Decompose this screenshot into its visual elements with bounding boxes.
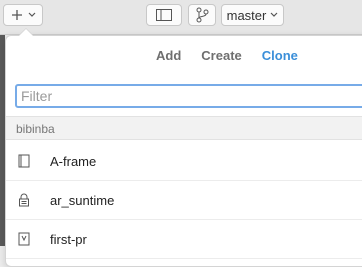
lock-icon: [16, 192, 32, 208]
filter-wrapper: [15, 84, 362, 108]
sidebar-toggle-button[interactable]: [146, 4, 182, 26]
branch-selector[interactable]: master: [221, 4, 284, 26]
add-menu-button[interactable]: [3, 4, 43, 26]
plus-icon: [11, 10, 22, 20]
fork-icon: [16, 231, 32, 247]
chevron-down-icon: [270, 12, 278, 17]
list-item[interactable]: ar_suntime: [6, 181, 362, 220]
tab-clone[interactable]: Clone: [262, 48, 298, 63]
list-item[interactable]: A-frame: [6, 142, 362, 181]
chevron-down-icon: [28, 12, 35, 17]
add-repository-popover: Add Create Clone bibinba A-frame: [5, 28, 362, 267]
account-section-header: bibinba: [6, 116, 362, 140]
filter-input[interactable]: [15, 84, 362, 108]
branch-icon: [196, 7, 209, 23]
popover-arrow: [18, 28, 34, 36]
branch-button[interactable]: [188, 4, 216, 26]
repo-name: ar_suntime: [50, 192, 115, 208]
list-item[interactable]: first-pr: [6, 220, 362, 259]
sidebar-toggle-icon: [156, 9, 172, 21]
repository-list: A-frame ar_suntime first-pr: [6, 142, 362, 259]
toolbar: master: [0, 0, 362, 35]
tab-add[interactable]: Add: [156, 48, 181, 63]
book-icon: [16, 153, 32, 169]
repo-name: first-pr: [50, 231, 87, 247]
tab-create[interactable]: Create: [201, 48, 241, 63]
popover-tabs: Add Create Clone: [156, 48, 298, 63]
branch-name: master: [226, 7, 267, 23]
repo-name: A-frame: [50, 153, 97, 169]
